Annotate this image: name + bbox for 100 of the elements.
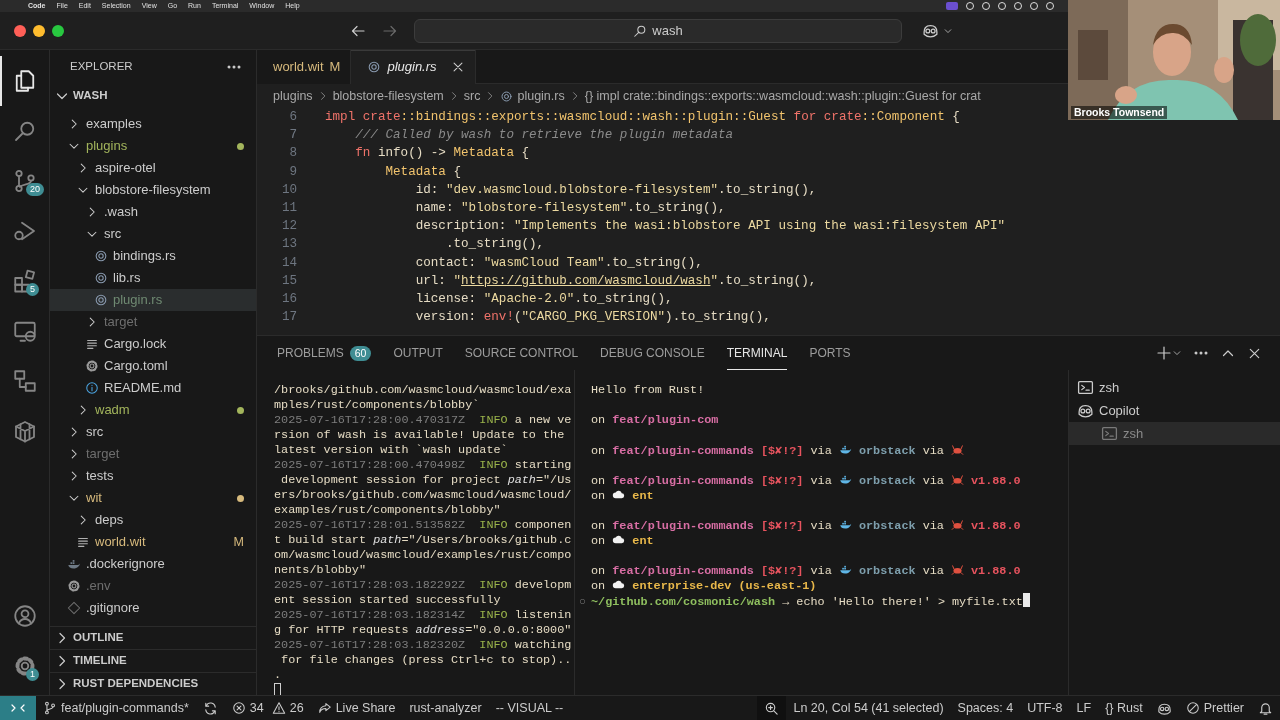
terminal-text: orbstack	[857, 474, 916, 488]
run-debug-icon[interactable]	[12, 219, 37, 243]
terminal-line: 2025-07-16T17:28:03.182314Z INFO listenin	[274, 608, 573, 623]
panel-tab[interactable]: OUTPUT	[393, 336, 443, 370]
account-icon[interactable]	[12, 604, 37, 628]
terminal-line: ers/brooks/github.com/wasmcloud/wasmcloud/	[274, 488, 573, 503]
tree-item[interactable]: Cargo.toml	[50, 355, 256, 377]
status-item[interactable]: UTF-8	[1020, 696, 1070, 720]
tree-item[interactable]: .dockerignore	[50, 553, 256, 575]
terminal-text: via	[921, 564, 945, 578]
close-window-button[interactable]	[14, 24, 26, 37]
tree-item[interactable]: Cargo.lock	[50, 333, 256, 355]
new-terminal-icon[interactable]	[1156, 345, 1172, 361]
zoom-window-button[interactable]	[52, 24, 64, 37]
tree-item[interactable]: src	[50, 223, 256, 245]
code-line: .to_string(),	[444, 236, 545, 254]
status-item[interactable]: Ln 20, Col 54 (41 selected)	[786, 696, 951, 720]
terminal-text: feat/plugin-commands	[612, 474, 755, 488]
sync-icon[interactable]	[202, 700, 218, 716]
count-badge: 5	[26, 283, 39, 296]
status-item[interactable]: -- VISUAL --	[488, 696, 571, 720]
whale-icon	[838, 563, 852, 576]
tree-item[interactable]: plugins	[50, 135, 256, 157]
breadcrumb-item[interactable]: plugins	[273, 86, 313, 106]
terminal-line: nents/blobby"	[274, 563, 368, 578]
file-icon	[94, 293, 108, 307]
section-header[interactable]: OUTLINE	[50, 626, 256, 649]
tree-item[interactable]: bindings.rs	[50, 245, 256, 267]
status-item[interactable]: rust-analyzer	[402, 696, 489, 720]
breadcrumb-item[interactable]: src	[463, 86, 481, 106]
problems-indicator[interactable]: 34 26	[224, 696, 311, 720]
code-line: id: "dev.wasmcloud.blobstore-filesystem".to_string(),	[414, 181, 817, 199]
code-line: fn info() -> Metadata {	[354, 145, 530, 163]
line-number: 16	[280, 290, 297, 308]
terminal-text: on	[591, 534, 607, 548]
line-number: 9	[288, 163, 297, 181]
panel-tab[interactable]: PORTS	[809, 336, 851, 370]
status-item[interactable]: Spaces: 4	[950, 696, 1021, 720]
editor-tab[interactable]: world.wit M	[257, 50, 352, 84]
search-icon[interactable]	[12, 119, 37, 143]
terminal-session[interactable]: zsh	[1069, 376, 1280, 399]
panel-tab[interactable]: PROBLEMS 60	[277, 336, 372, 370]
panel-tab[interactable]: DEBUG CONSOLE	[600, 336, 705, 370]
tree-item[interactable]: deps	[50, 509, 256, 531]
tree-item[interactable]: world.wit M	[50, 531, 256, 553]
terminal-session[interactable]: zsh	[1069, 422, 1280, 445]
status-item[interactable]: LF	[1069, 696, 1099, 720]
tree-item[interactable]: aspire-otel	[50, 157, 256, 179]
tree-item[interactable]: target	[50, 443, 256, 465]
gear-icon	[85, 359, 99, 373]
terminal-session[interactable]: Copilot	[1069, 399, 1280, 422]
breadcrumb-item[interactable]: {} impl crate::bindings::exports::wasmcloud::wash::plugin::Guest for crat	[584, 86, 981, 106]
extensions-icon[interactable]	[12, 269, 37, 293]
terminal-text: via	[921, 519, 945, 533]
tree-item[interactable]: .gitignore	[50, 597, 256, 619]
tree-item[interactable]: lib.rs	[50, 267, 256, 289]
command-center[interactable]: wash	[414, 18, 902, 43]
line-number: 10	[280, 181, 297, 199]
tree-item[interactable]: src	[50, 421, 256, 443]
diagram-icon[interactable]	[12, 369, 37, 393]
breadcrumb-item[interactable]: blobstore-filesystem	[332, 86, 444, 106]
panel-tab[interactable]: SOURCE CONTROL	[464, 336, 579, 370]
tree-item[interactable]: target	[50, 311, 256, 333]
tree-item[interactable]: README.md	[50, 377, 256, 399]
terminal-text: ○	[579, 595, 588, 610]
status-item[interactable]: feat/plugin-commands*	[36, 696, 196, 720]
tree-item[interactable]: plugin.rs	[50, 289, 256, 311]
zoom-in-icon[interactable]	[764, 700, 780, 716]
status-item[interactable]: {} Rust	[1098, 696, 1150, 720]
package-icon[interactable]	[12, 419, 37, 443]
bell-icon[interactable]	[1258, 700, 1273, 716]
terminal-line: t build start path="/Users/brooks/github.c	[274, 533, 573, 548]
file-icon	[94, 271, 108, 285]
editor-tab[interactable]: plugin.rs	[351, 50, 476, 84]
goggles-icon[interactable]	[922, 22, 939, 39]
terminal-text: feat/plugin-commands	[612, 444, 755, 458]
tree-item[interactable]: tests	[50, 465, 256, 487]
file-icon	[94, 249, 108, 263]
terminal-line: rsion of wash is available! Update to the	[274, 428, 566, 443]
code-line: url: "https://github.com/wasmcloud/wash".to_string(),	[414, 272, 817, 290]
tree-item[interactable]: .wash	[50, 201, 256, 223]
remote-monitor-icon[interactable]	[12, 319, 37, 343]
tree-item[interactable]: examples	[50, 113, 256, 135]
breadcrumb-item[interactable]: plugin.rs	[500, 86, 565, 106]
whale-icon	[838, 518, 852, 531]
minimize-window-button[interactable]	[33, 24, 45, 37]
terminal-line: .	[274, 668, 283, 683]
tree-item[interactable]: wadm	[50, 399, 256, 421]
caret-icon[interactable]	[1172, 348, 1182, 358]
tree-item[interactable]: wit	[50, 487, 256, 509]
line-number: 8	[288, 145, 297, 163]
tree-item[interactable]: blobstore-filesystem	[50, 179, 256, 201]
section-header[interactable]: TIMELINE	[50, 649, 256, 672]
terminal-text: v1.88.0	[970, 474, 1021, 488]
terminal-text: via	[809, 444, 833, 458]
folder-header[interactable]: WASH	[50, 84, 256, 108]
status-item[interactable]: Prettier	[1178, 696, 1251, 720]
panel-tab[interactable]: TERMINAL	[726, 336, 788, 370]
status-item[interactable]: Live Share	[310, 696, 403, 720]
whale-icon	[838, 473, 852, 486]
